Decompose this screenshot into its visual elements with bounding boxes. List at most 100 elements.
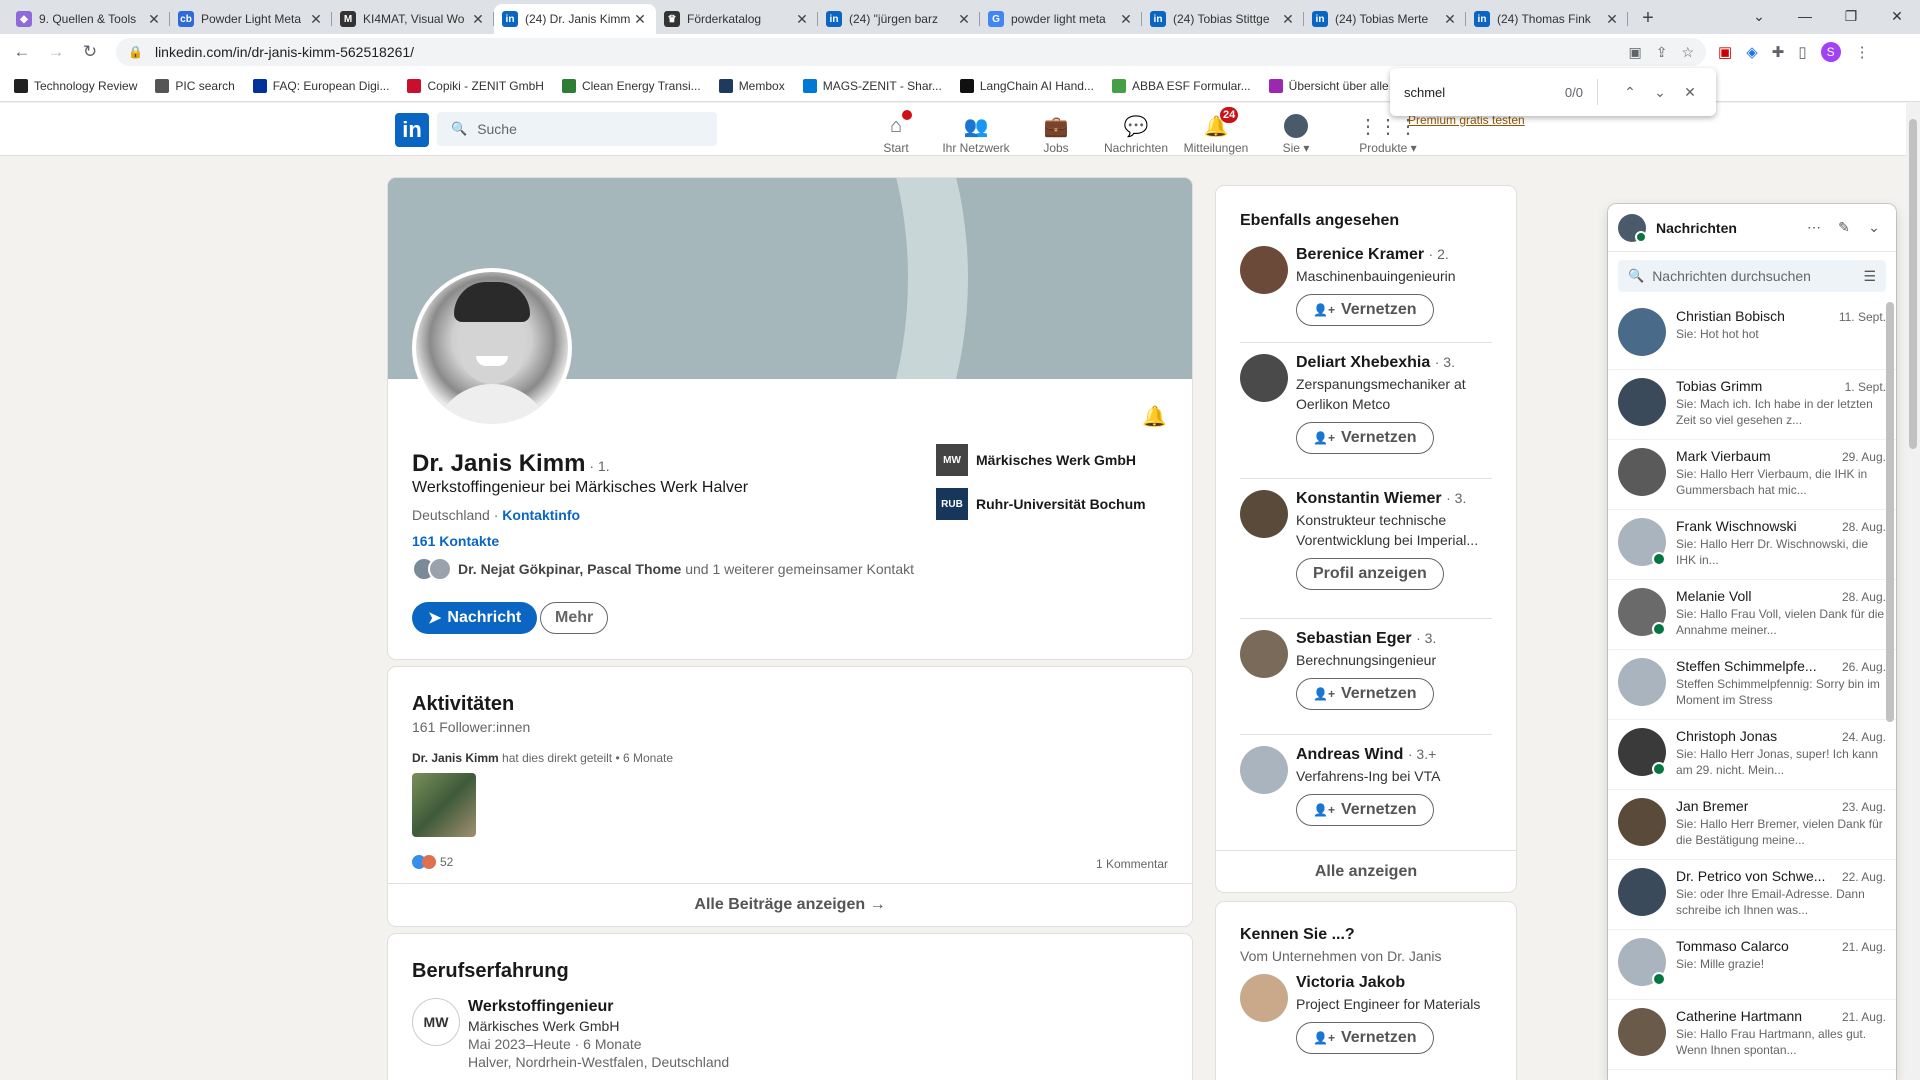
avatar[interactable] [1240, 974, 1288, 1022]
close-icon[interactable]: ✕ [794, 11, 810, 28]
nav-item-chat[interactable]: 💬 Nachrichten [1096, 105, 1176, 156]
avatar[interactable] [1240, 746, 1288, 794]
find-input[interactable]: schmel [1404, 85, 1565, 100]
mutual-connections[interactable]: Dr. Nejat Gökpinar, Pascal Thome und 1 w… [412, 557, 914, 581]
messaging-scrollbar[interactable] [1886, 302, 1894, 722]
person-name[interactable]: Berenice Kramer · 2. [1296, 246, 1456, 264]
conversation-item[interactable]: Catherine Hartmann 21. Aug. Sie: Hallo Fra… [1608, 1000, 1896, 1070]
person-name[interactable]: Andreas Wind · 3.+ [1296, 746, 1440, 764]
close-icon[interactable]: ✕ [1604, 11, 1620, 28]
all-posts-button[interactable]: Alle Beiträge anzeigen → [388, 883, 1192, 926]
search-input[interactable]: 🔍 Suche [437, 112, 717, 146]
reload-button[interactable]: ↻ [76, 38, 104, 66]
more-options-icon[interactable]: ⋯ [1802, 219, 1826, 236]
nav-item-briefcase[interactable]: 💼 Jobs [1016, 105, 1096, 156]
browser-tab[interactable]: in (24) Tobias Merte ✕ [1304, 4, 1466, 34]
close-icon[interactable]: ✕ [632, 11, 648, 28]
avatar[interactable] [1240, 354, 1288, 402]
browser-tab[interactable]: in (24) Dr. Janis Kimm ✕ [494, 4, 656, 34]
message-search-input[interactable]: 🔍 Nachrichten durchsuchen ☰ [1618, 260, 1886, 292]
nav-item-me-avatar[interactable]: Sie ▾ [1256, 105, 1336, 155]
reactions[interactable]: 52 [412, 855, 453, 869]
profile-photo[interactable] [412, 268, 572, 428]
minimize-button[interactable]: — [1782, 0, 1828, 32]
new-tab-button[interactable]: + [1634, 4, 1662, 32]
extension-icon[interactable]: ◈ [1746, 43, 1758, 61]
comment-count[interactable]: 1 Kommentar [1096, 857, 1168, 871]
bookmark-item[interactable]: MAGS-ZENIT - Shar... [802, 78, 942, 93]
conversation-item[interactable]: Frank Wischnowski 28. Aug. Sie: Hallo Herr… [1608, 510, 1896, 580]
close-icon[interactable]: ✕ [1118, 11, 1134, 28]
bookmark-item[interactable]: Technology Review [14, 78, 137, 93]
avatar[interactable] [1240, 246, 1288, 294]
chevron-down-icon[interactable]: ⌄ [1862, 219, 1886, 236]
conversation-item[interactable]: Steffen Schimmelpfe... 26. Aug. Steffen Sc… [1608, 650, 1896, 720]
close-icon[interactable]: ✕ [1280, 11, 1296, 28]
chevron-down-icon[interactable]: ⌄ [1648, 84, 1672, 101]
conversation-item[interactable]: Jan Bremer 23. Aug. Sie: Hallo Herr Bremer… [1608, 790, 1896, 860]
menu-icon[interactable]: ⋮ [1855, 43, 1870, 61]
shared-by[interactable]: Dr. Janis Kimm [412, 751, 499, 765]
maximize-button[interactable]: ❐ [1828, 0, 1874, 32]
conversation-item[interactable]: Dr. Petrico von Schwe... 22. Aug. Sie: ode… [1608, 860, 1896, 930]
conversation-item[interactable]: Tommaso Calarco 21. Aug. Sie: Mille grazie… [1608, 930, 1896, 1000]
close-icon[interactable]: ✕ [308, 11, 324, 28]
browser-tab[interactable]: in (24) "jürgen barz ✕ [818, 4, 980, 34]
avatar[interactable] [1240, 630, 1288, 678]
share-icon[interactable]: ⇪ [1656, 44, 1668, 61]
connections-link[interactable]: 161 Kontakte [412, 533, 499, 549]
browser-tab[interactable]: ♛ Förderkatalog ✕ [656, 4, 818, 34]
person-name[interactable]: Victoria Jakob [1296, 974, 1480, 992]
close-icon[interactable]: ✕ [470, 11, 486, 28]
chevron-up-icon[interactable]: ⌃ [1618, 84, 1642, 101]
person-name[interactable]: Deliart Xhebexhia · 3. [1296, 354, 1492, 372]
connect-button[interactable]: 👤+ Vernetzen [1296, 678, 1434, 710]
conversation-item[interactable]: Melanie Voll 28. Aug. Sie: Hallo Frau Voll… [1608, 580, 1896, 650]
url-bar[interactable]: 🔒 linkedin.com/in/dr-janis-kimm-56251826… [116, 38, 1706, 66]
connect-button[interactable]: 👤+ Vernetzen [1296, 794, 1434, 826]
profile-org[interactable]: RUB Ruhr-Universität Bochum [936, 488, 1146, 520]
close-icon[interactable]: ✕ [1442, 11, 1458, 28]
close-icon[interactable]: ✕ [146, 11, 162, 28]
browser-tab[interactable]: M KI4MAT, Visual Wo ✕ [332, 4, 494, 34]
bookmark-item[interactable]: ABBA ESF Formular... [1111, 78, 1251, 93]
bookmark-item[interactable]: FAQ: European Digi... [252, 78, 389, 93]
browser-tab[interactable]: ◆ 9. Quellen & Tools ✕ [8, 4, 170, 34]
conversation-item[interactable]: Mark Vierbaum 29. Aug. Sie: Hallo Herr Vie… [1608, 440, 1896, 510]
conversation-item[interactable]: Tobias Grimm 1. Sept. Sie: Mach ich. Ich h… [1608, 370, 1896, 440]
view-profile-button[interactable]: Profil anzeigen [1296, 558, 1444, 590]
person-name[interactable]: Konstantin Wiemer · 3. [1296, 490, 1492, 508]
page-scrollbar[interactable] [1906, 103, 1920, 1080]
connect-button[interactable]: 👤+ Vernetzen [1296, 422, 1434, 454]
connect-button[interactable]: 👤+ Vernetzen [1296, 1022, 1434, 1054]
close-icon[interactable]: ✕ [956, 11, 972, 28]
nav-item-bell[interactable]: 🔔 Mitteilungen 24 [1176, 105, 1256, 155]
nav-item-home[interactable]: ⌂ Start [856, 105, 936, 155]
back-button[interactable]: ← [8, 38, 36, 66]
conversation-item[interactable]: Christian Bobisch 11. Sept. Sie: Hot hot h… [1608, 300, 1896, 370]
filter-icon[interactable]: ☰ [1863, 268, 1876, 285]
reader-icon[interactable]: ▣ [1628, 44, 1641, 61]
puzzle-icon[interactable]: ✚ [1772, 43, 1785, 61]
person-name[interactable]: Sebastian Eger · 3. [1296, 630, 1436, 648]
lock-icon[interactable]: 🔒 [128, 45, 143, 59]
browser-tab[interactable]: Gpowder light meta ✕ [980, 4, 1142, 34]
connect-button[interactable]: 👤+ Vernetzen [1296, 294, 1434, 326]
browser-tab[interactable]: in (24) Tobias Stittge ✕ [1142, 4, 1304, 34]
avatar[interactable] [1240, 490, 1288, 538]
contact-info-link[interactable]: Kontaktinfo [502, 507, 580, 523]
post-thumbnail[interactable] [412, 773, 476, 837]
conversation-item[interactable]: Christoph Jonas 24. Aug. Sie: Hallo Herr J… [1608, 720, 1896, 790]
bookmark-item[interactable]: Übersicht über alle... [1268, 78, 1399, 93]
more-button[interactable]: Mehr [540, 602, 609, 634]
scrollbar-thumb[interactable] [1909, 119, 1917, 449]
sidepanel-icon[interactable]: ▯ [1798, 43, 1806, 61]
show-all-button[interactable]: Alle anzeigen [1216, 850, 1516, 892]
bookmark-item[interactable]: Copiki - ZENIT GmbH [407, 78, 544, 93]
linkedin-logo[interactable]: in [395, 113, 429, 147]
compose-icon[interactable]: ✎ [1832, 219, 1856, 236]
extension-icon[interactable]: ▣ [1718, 43, 1732, 61]
forward-button[interactable]: → [42, 38, 70, 66]
bookmark-star-icon[interactable]: ☆ [1681, 44, 1694, 61]
company-logo[interactable]: MW [412, 998, 460, 1046]
